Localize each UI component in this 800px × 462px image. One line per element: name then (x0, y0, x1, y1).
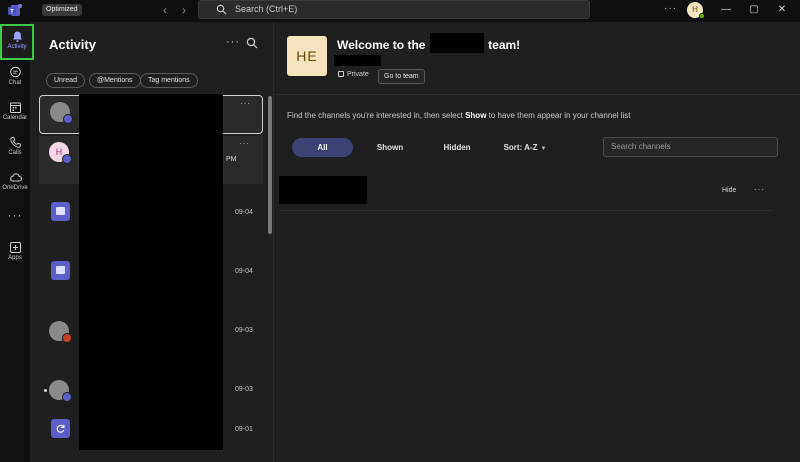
lock-icon (338, 71, 344, 77)
item-date: 09-01 (235, 426, 253, 433)
filter-tag-mentions[interactable]: Tag mentions (140, 73, 198, 88)
team-badge-icon (63, 114, 73, 124)
go-to-team-button[interactable]: Go to team (378, 69, 425, 84)
refresh-icon (56, 424, 65, 433)
sort-dropdown[interactable]: Sort: A-Z ▼ (499, 138, 551, 157)
filter-unread[interactable]: Unread (46, 73, 85, 88)
profile-avatar[interactable]: H (687, 2, 705, 19)
channel-badge-icon (62, 154, 72, 164)
search-icon[interactable] (246, 37, 258, 49)
info-bold: Show (465, 111, 487, 120)
item-date: 09-03 (235, 327, 253, 334)
search-placeholder: Search (Ctrl+E) (235, 4, 298, 14)
team-badge-icon (62, 392, 72, 402)
optimized-badge: Optimized (42, 4, 82, 16)
hide-channel-button[interactable]: Hide (722, 187, 736, 194)
rail-item-calls[interactable]: Calls (0, 132, 30, 168)
divider (279, 210, 774, 211)
settings-more-icon[interactable]: ··· (664, 3, 677, 14)
rail-item-apps[interactable]: Apps (0, 237, 30, 273)
item-more-icon[interactable]: ··· (239, 139, 250, 148)
app-rail: Activity Chat Calendar Calls OneDrive ··… (0, 22, 34, 462)
rail-label-calendar: Calendar (2, 115, 28, 121)
rail-label-onedrive: OneDrive (2, 185, 28, 191)
chevron-down-icon: ▼ (540, 146, 547, 152)
title-bar: T Optimized ‹ › Search (Ctrl+E) ··· H — … (0, 0, 800, 22)
rail-label-activity: Activity (7, 44, 27, 50)
redacted-description (334, 55, 381, 66)
activity-more-icon[interactable]: ··· (226, 36, 240, 48)
channel-search-input[interactable]: Search channels (603, 137, 778, 157)
channel-more-icon[interactable]: ··· (754, 185, 765, 194)
unread-dot-icon (44, 389, 47, 392)
minimize-button[interactable]: — (719, 3, 733, 17)
rail-item-onedrive[interactable]: OneDrive (0, 167, 30, 203)
profile-avatar-initial: H (692, 5, 698, 14)
tab-hidden[interactable]: Hidden (435, 138, 479, 157)
redacted-channel-name (279, 176, 367, 204)
svg-text:T: T (10, 10, 14, 16)
phone-icon (9, 137, 21, 148)
item-date: 09-04 (235, 268, 253, 275)
rail-label-chat: Chat (8, 80, 22, 86)
divider (275, 94, 800, 95)
rail-more-icon[interactable]: ··· (0, 208, 30, 222)
activity-pane: Activity ··· Unread @Mentions Tag mentio… (37, 22, 274, 462)
welcome-suffix: team! (488, 38, 521, 52)
presence-available-icon (699, 13, 705, 19)
privacy-label: Private (338, 71, 369, 78)
forward-arrow-icon[interactable]: › (177, 3, 191, 17)
info-suffix: to have them appear in your channel list (486, 111, 631, 120)
item-date: 09-04 (235, 209, 253, 216)
plus-square-icon (9, 242, 21, 253)
close-button[interactable]: ✕ (775, 3, 789, 17)
calendar-icon (9, 102, 21, 113)
item-date: 09-03 (235, 386, 253, 393)
channel-post-icon (51, 202, 70, 221)
team-avatar: HE (287, 36, 327, 76)
item-time: PM (226, 156, 237, 163)
teams-logo-icon: T (8, 4, 22, 16)
rail-item-chat[interactable]: Chat (0, 62, 30, 98)
welcome-prefix: Welcome to the (337, 38, 426, 52)
activity-title: Activity (49, 37, 96, 52)
redacted-content (79, 94, 223, 450)
tab-shown[interactable]: Shown (367, 138, 413, 157)
search-icon (216, 4, 227, 15)
rail-label-calls: Calls (8, 150, 22, 156)
info-prefix: Find the channels you're interested in, … (287, 111, 466, 120)
tab-all[interactable]: All (292, 138, 353, 157)
page-title: Welcome to the team! (337, 33, 521, 54)
item-more-icon[interactable]: ··· (240, 99, 251, 108)
channel-instructions: Find the channels you're interested in, … (287, 111, 631, 120)
scrollbar[interactable] (268, 96, 272, 234)
maximize-button[interactable]: ▢ (747, 3, 761, 17)
rail-label-apps: Apps (8, 255, 22, 261)
filter-mentions[interactable]: @Mentions (89, 73, 141, 88)
global-search-input[interactable]: Search (Ctrl+E) (198, 0, 590, 19)
privacy-text: Private (347, 71, 369, 78)
cloud-icon (9, 173, 22, 182)
rail-item-calendar[interactable]: Calendar (0, 97, 30, 133)
back-arrow-icon[interactable]: ‹ (158, 3, 172, 17)
reaction-badge-icon (62, 333, 72, 343)
channel-post-icon (51, 261, 70, 280)
loop-app-icon (51, 419, 70, 438)
bell-icon (12, 31, 22, 42)
sort-label: Sort: A-Z (503, 143, 538, 152)
team-welcome-panel: HE Welcome to the team! Private Go to te… (275, 22, 800, 462)
redacted-team-name (429, 33, 484, 54)
chat-icon (9, 66, 21, 78)
rail-item-activity[interactable]: Activity (0, 24, 34, 60)
